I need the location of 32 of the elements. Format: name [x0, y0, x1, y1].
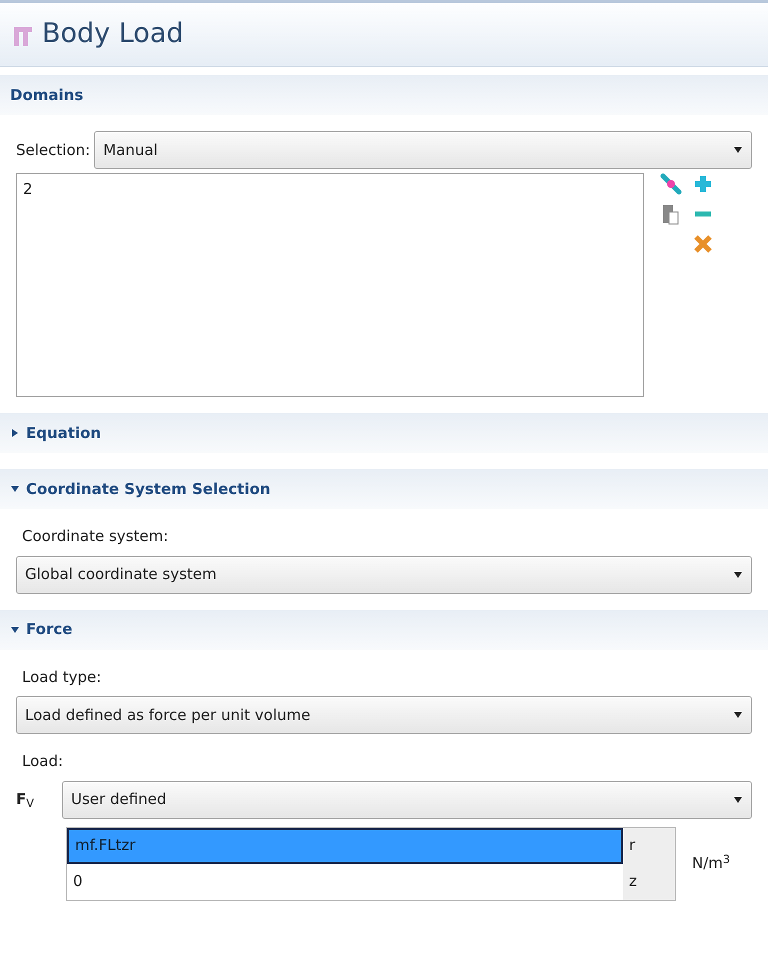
section-header[interactable]: Force	[0, 610, 768, 650]
plus-icon[interactable]	[692, 173, 714, 195]
section-header[interactable]: Coordinate System Selection	[0, 469, 768, 509]
unit-label: N/m$^{3}$	[692, 852, 730, 874]
field-label: Coordinate system:	[21, 526, 170, 547]
input-field[interactable]: mf.FLtzr	[67, 828, 623, 864]
axis-label: r	[623, 828, 675, 864]
dropdown[interactable]: Global coordinate system	[16, 556, 752, 594]
section-header[interactable]: Equation	[0, 413, 768, 453]
section-title: Force	[26, 619, 72, 640]
dropdown-arrow-icon	[733, 794, 743, 804]
dropdown-arrow-icon	[733, 145, 743, 155]
section-header[interactable]: Domains	[0, 75, 768, 115]
dropdown-arrow-icon	[733, 710, 743, 720]
axis-label: z	[623, 864, 675, 900]
pipette-icon[interactable]	[660, 173, 682, 195]
section-title: Domains	[10, 84, 84, 106]
section-title: Equation	[26, 422, 102, 444]
section-title: Coordinate System Selection	[26, 478, 270, 500]
selection-list[interactable]: 2	[16, 173, 644, 397]
input-field[interactable]: 0	[67, 864, 623, 900]
dropdown[interactable]: Load defined as force per unit volume	[16, 696, 752, 734]
vector-symbol: F$_{V}$	[16, 789, 35, 811]
dropdown[interactable]: Manual	[94, 131, 752, 169]
close-icon[interactable]	[692, 233, 714, 255]
list-item[interactable]: 2	[23, 178, 637, 200]
dropdown-arrow-icon	[733, 570, 743, 580]
field-label: Load:	[21, 751, 64, 772]
field-label: Selection:	[16, 140, 90, 161]
panel-title: Body Load	[42, 17, 184, 52]
field-label: Load type:	[21, 666, 102, 688]
dropdown[interactable]: User defined	[62, 780, 752, 818]
